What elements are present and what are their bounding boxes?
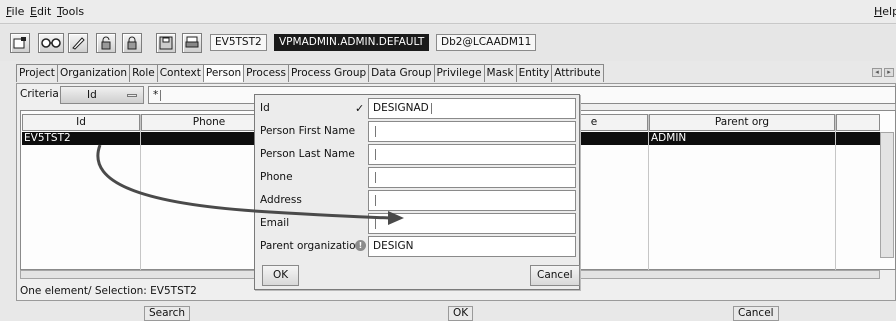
tab-scroll-right-icon[interactable]: ▸ — [884, 68, 894, 77]
id-field-value: DESIGNAD — [373, 102, 429, 114]
search-button[interactable]: Search — [144, 306, 191, 321]
tab-mask[interactable]: Mask — [483, 64, 517, 82]
menu-file[interactable]: File — [6, 5, 24, 18]
check-icon: ✓ — [355, 102, 365, 115]
menubar: File Edit Tools Help — [0, 0, 896, 24]
option-menu-icon — [127, 94, 137, 97]
vertical-scrollbar[interactable] — [880, 132, 894, 258]
criteria-input-value: * — [153, 89, 159, 101]
table-row-extra[interactable] — [836, 132, 880, 145]
id-label: Id — [260, 102, 270, 114]
column-header-parent-org[interactable]: Parent org — [649, 114, 835, 131]
criteria-select[interactable]: Id — [60, 86, 144, 104]
status-text: One element/ Selection: EV5TST2 — [20, 285, 197, 297]
tab-privilege[interactable]: Privilege — [433, 64, 485, 82]
table-row-parent-org[interactable]: ADMIN — [649, 132, 835, 145]
last-name-field[interactable] — [368, 144, 576, 165]
save-icon[interactable] — [156, 33, 176, 53]
tab-scroll-left-icon[interactable]: ◂ — [872, 68, 882, 77]
menu-tools[interactable]: Tools — [57, 5, 84, 18]
last-name-label: Person Last Name — [260, 148, 355, 160]
dialog-ok-button[interactable]: OK — [262, 265, 300, 286]
dialog-cancel-button[interactable]: Cancel — [530, 265, 580, 286]
current-context[interactable]: VPMADMIN.ADMIN.DEFAULT — [274, 34, 430, 51]
phone-label: Phone — [260, 171, 293, 183]
email-label: Email — [260, 217, 290, 229]
tab-process[interactable]: Process — [243, 64, 289, 82]
new-icon[interactable] — [10, 33, 30, 53]
tab-bar: Project Organization Role Context Person… — [16, 64, 604, 82]
column-header-extra[interactable] — [836, 114, 880, 131]
table-row-email[interactable] — [580, 132, 648, 145]
glasses-icon[interactable] — [38, 33, 64, 53]
print-icon[interactable] — [182, 33, 202, 53]
tab-role[interactable]: Role — [129, 64, 158, 82]
current-database: Db2@LCAADM11 — [436, 34, 537, 51]
tab-entity[interactable]: Entity — [515, 64, 553, 82]
address-label: Address — [260, 194, 302, 206]
criteria-select-value: Id — [87, 89, 97, 101]
id-field[interactable]: DESIGNAD — [368, 98, 576, 119]
tab-person[interactable]: Person — [202, 64, 245, 82]
email-field[interactable] — [368, 213, 576, 234]
parent-org-field-value: DESIGN — [373, 240, 414, 252]
parent-org-field[interactable]: DESIGN — [368, 236, 576, 257]
current-user: EV5TST2 — [210, 34, 267, 51]
column-header-id[interactable]: Id — [22, 114, 140, 131]
parent-org-label: Parent organization — [260, 240, 363, 252]
tab-context[interactable]: Context — [156, 64, 204, 82]
menu-edit[interactable]: Edit — [30, 5, 51, 18]
edit-icon[interactable] — [68, 33, 88, 53]
toolbar: EV5TST2 VPMADMIN.ADMIN.DEFAULT Db2@LCAAD… — [0, 25, 896, 61]
first-name-field[interactable] — [368, 121, 576, 142]
menu-help[interactable]: Help — [874, 5, 896, 18]
cancel-button[interactable]: Cancel — [733, 306, 779, 321]
ok-button[interactable]: OK — [448, 306, 474, 321]
phone-field[interactable] — [368, 167, 576, 188]
tab-organization[interactable]: Organization — [56, 64, 131, 82]
criteria-label: Criteria: — [20, 88, 63, 100]
table-row-id[interactable]: EV5TST2 — [22, 132, 140, 145]
tab-project[interactable]: Project — [16, 64, 58, 82]
tab-data-group[interactable]: Data Group — [368, 64, 435, 82]
tab-attribute[interactable]: Attribute — [551, 64, 604, 82]
address-field[interactable] — [368, 190, 576, 211]
lock-icon[interactable] — [96, 33, 116, 53]
info-icon[interactable]: ! — [355, 240, 366, 251]
table-row-phone[interactable] — [141, 132, 255, 145]
tab-process-group[interactable]: Process Group — [288, 64, 370, 82]
unlock-icon[interactable] — [122, 33, 142, 53]
first-name-label: Person First Name — [260, 125, 356, 137]
